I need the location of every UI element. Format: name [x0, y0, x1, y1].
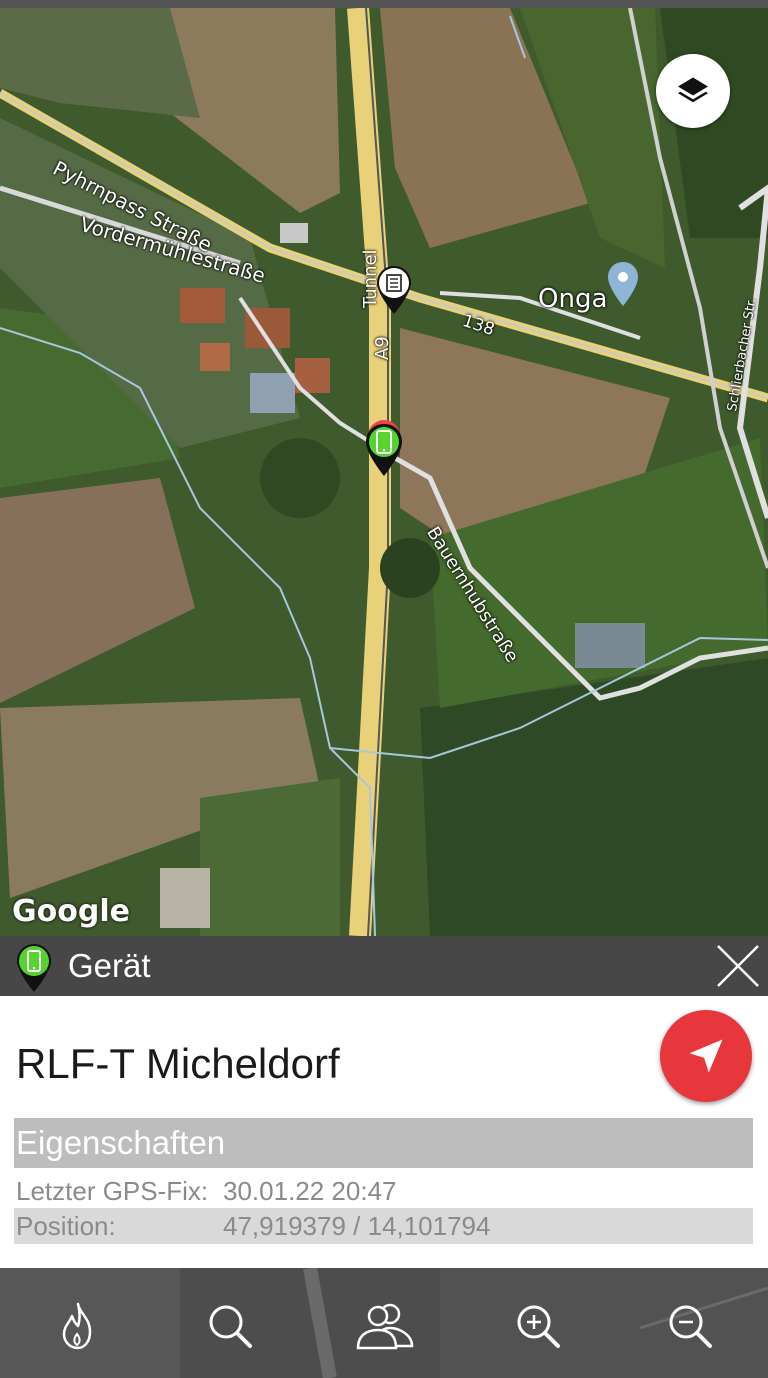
panel-title: Gerät — [68, 947, 151, 984]
position-value: 47,919379 / 14,101794 — [223, 1211, 491, 1241]
navigate-button[interactable] — [660, 1010, 752, 1102]
device-marker-icon[interactable] — [362, 418, 406, 480]
status-strip — [0, 0, 768, 8]
device-name: RLF-T Micheldorf — [16, 1040, 340, 1087]
properties-heading-label: Eigenschaften — [16, 1124, 226, 1161]
gps-fix-row: Letzter GPS-Fix: 30.01.22 20:47 — [14, 1172, 753, 1206]
close-icon[interactable] — [714, 942, 762, 990]
layers-icon — [678, 77, 708, 103]
map-label-a9: A9 — [372, 336, 393, 360]
position-row: Position: 47,919379 / 14,101794 — [14, 1208, 753, 1244]
properties-heading: Eigenschaften — [14, 1118, 753, 1168]
map-label-onga[interactable]: Onga — [538, 284, 607, 314]
place-pin-icon[interactable] — [606, 260, 640, 308]
gps-fix-value: 30.01.22 20:47 — [223, 1176, 397, 1206]
users-icon[interactable] — [354, 1298, 416, 1354]
search-icon[interactable] — [202, 1298, 258, 1354]
zoom-out-icon[interactable] — [662, 1298, 718, 1354]
google-attribution: Google — [12, 894, 130, 929]
flame-icon[interactable] — [50, 1298, 106, 1354]
layers-button[interactable] — [656, 54, 730, 128]
map-view[interactable]: Pyhrnpass Straße Vordermühlestraße Tunne… — [0, 8, 768, 936]
gps-fix-label: Letzter GPS-Fix: — [16, 1176, 209, 1206]
zoom-in-icon[interactable] — [510, 1298, 566, 1354]
device-pin-icon — [17, 944, 51, 992]
building-marker-icon[interactable] — [374, 264, 414, 318]
navigation-arrow-icon — [689, 1039, 723, 1073]
position-label: Position: — [16, 1211, 116, 1241]
